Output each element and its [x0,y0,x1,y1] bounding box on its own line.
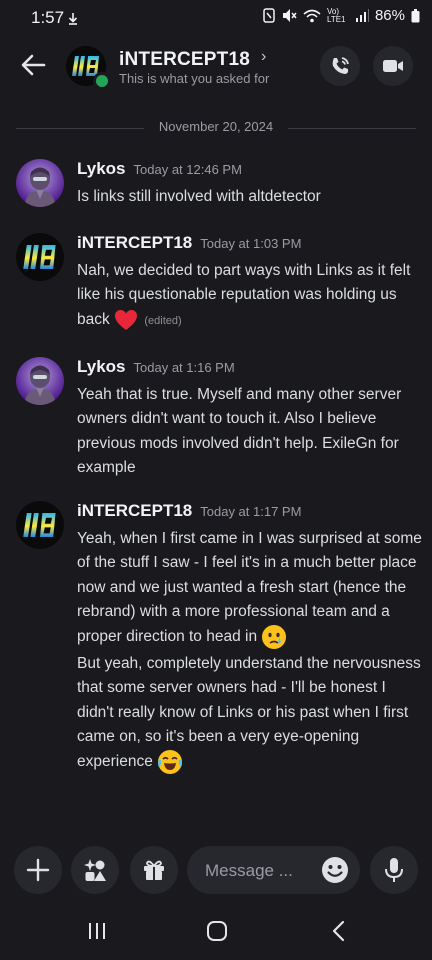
user-avatar[interactable] [16,501,64,549]
home-button[interactable] [204,918,230,944]
channel-title[interactable]: iNTERCEPT18 [119,49,250,71]
voice-call-icon [332,57,349,74]
message-timestamp: Today at 12:46 PM [133,162,242,177]
author-name[interactable]: Lykos [77,159,126,178]
message-content: Yeah, when I first came in I was surpris… [77,527,422,775]
system-back-button[interactable] [326,918,352,944]
plus-icon [26,858,50,882]
gift-icon [144,860,164,880]
message-paragraph: Yeah, when I first came in I was surpris… [77,527,422,650]
home-icon [207,921,227,941]
nfc-icon [263,8,275,23]
signal-icon [355,9,369,22]
sad-tear-emoji-icon [262,625,287,650]
system-navigation-bar [0,900,432,960]
author-name[interactable]: iNTERCEPT18 [77,501,192,520]
online-status-dot [93,72,111,90]
user-avatar[interactable] [16,159,64,207]
red-heart-emoji-icon [115,309,138,330]
status-bar: 1:57 Vo) LTE1 86% [0,0,432,38]
apps-button[interactable] [71,846,119,894]
lykos-avatar-icon [16,159,64,207]
message[interactable]: iNTERCEPT18 Today at 1:03 PM Nah, we deci… [16,233,420,333]
user-avatar[interactable] [16,233,64,281]
battery-percent: 86% [374,7,405,24]
author-name[interactable]: iNTERCEPT18 [77,233,192,252]
i18-logo-icon [16,233,64,281]
user-avatar[interactable] [16,357,64,405]
apps-icon [84,859,106,881]
microphone-icon [385,858,403,882]
back-icon [332,920,345,942]
author-name[interactable]: Lykos [77,357,126,376]
message-content: Nah, we decided to part ways with Links … [77,259,422,333]
edited-indicator: (edited) [144,314,182,327]
message-text: Yeah, when I first came in I was surpris… [77,530,422,646]
voice-message-button[interactable] [370,846,418,894]
message[interactable]: iNTERCEPT18 Today at 1:17 PM Yeah, when I… [16,501,422,801]
voice-call-button[interactable] [320,46,360,86]
message-timestamp: Today at 1:16 PM [133,360,235,375]
channel-header: iNTERCEPT18 › This is what you asked for [0,38,432,98]
tears-of-joy-emoji-icon [158,750,183,775]
recents-icon [89,923,105,939]
message-input-box[interactable] [187,846,360,894]
date-divider-label: November 20, 2024 [0,119,432,134]
i18-logo-icon [16,501,64,549]
message[interactable]: Lykos Today at 12:46 PM Is links still in… [16,159,420,215]
status-time: 1:57 [31,8,65,27]
message-input[interactable] [203,858,315,884]
message-text: Yeah that is true. Myself and many other… [77,386,402,476]
video-call-icon [383,60,403,72]
add-attachment-button[interactable] [14,846,62,894]
battery-icon [411,8,420,22]
message-content: Yeah that is true. Myself and many other… [77,383,422,480]
message-composer [0,840,432,900]
recents-button[interactable] [84,918,110,944]
message-text: But yeah, completely understand the nerv… [77,655,421,771]
network-type: Vo) LTE1 [326,6,346,24]
message-paragraph: But yeah, completely understand the nerv… [77,652,422,775]
channel-subtitle: This is what you asked for [119,71,270,86]
emoji-icon[interactable] [320,855,350,885]
back-arrow-icon[interactable] [18,50,48,80]
chevron-right-icon[interactable]: › [261,48,266,66]
video-call-button[interactable] [373,46,413,86]
wifi-icon [303,9,321,22]
mute-icon [282,9,297,22]
message[interactable]: Lykos Today at 1:16 PM Yeah that is true.… [16,357,420,477]
message-content: Is links still involved with altdetector [77,185,422,209]
gift-button[interactable] [130,846,178,894]
lykos-avatar-icon [16,357,64,405]
message-timestamp: Today at 1:17 PM [200,504,302,519]
download-icon [68,13,78,25]
message-timestamp: Today at 1:03 PM [200,236,302,251]
message-text: Is links still involved with altdetector [77,188,321,205]
